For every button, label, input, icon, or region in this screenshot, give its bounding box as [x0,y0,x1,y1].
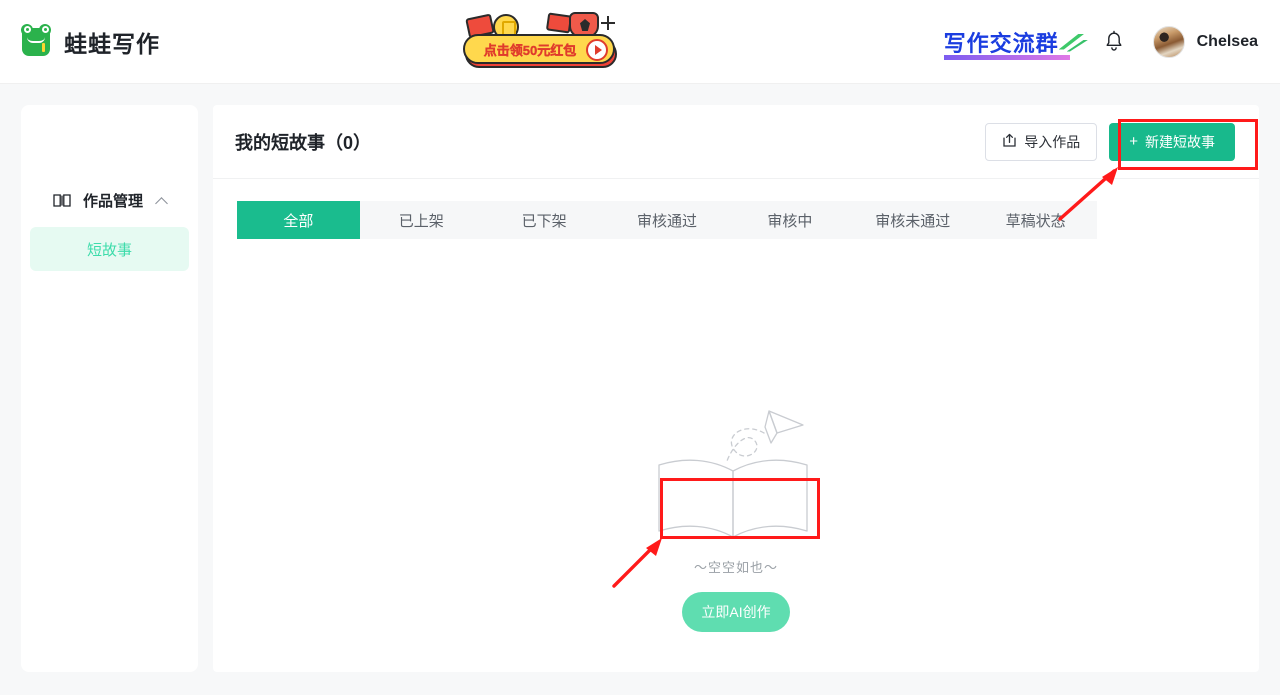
tab-in-review[interactable]: 审核中 [728,201,851,239]
tab-review-failed[interactable]: 审核未通过 [851,201,974,239]
frog-eye-left-icon [21,23,33,36]
page-title: 我的短故事（0） [235,132,372,153]
import-work-button[interactable]: 导入作品 [985,122,1098,161]
play-icon[interactable] [586,39,608,61]
new-short-story-button[interactable]: + 新建短故事 [1109,122,1235,161]
frog-logo-icon [21,23,51,56]
plus-icon: + [1129,133,1138,150]
writing-group-label: 写作交流群 [943,30,1059,56]
tab-label: 全部 [283,212,314,230]
frog-eye-right-icon [39,23,51,36]
brand-name: 蛙蛙写作 [64,30,160,57]
new-short-story-label: 新建短故事 [1145,133,1215,150]
tab-published[interactable]: 已上架 [360,201,483,239]
tab-all[interactable]: 全部 [237,201,360,239]
ai-create-button[interactable]: 立即AI创作 [682,592,790,632]
tab-label: 草稿状态 [1005,212,1066,230]
tab-label: 审核未通过 [875,212,951,230]
sidebar-group-label: 作品管理 [83,193,144,210]
book-icon [53,193,71,208]
main-panel: 我的短故事（0） 导入作品 + 新建短故事 全部 已上架 已下架 审核通过 审核… [213,105,1259,672]
user-name: Chelsea [1196,32,1258,50]
promo-pill[interactable]: 点击领50元红包 [463,34,615,64]
tab-label: 已下架 [521,212,567,230]
tab-unpublished[interactable]: 已下架 [483,201,606,239]
tab-review-passed[interactable]: 审核通过 [606,201,729,239]
frog-mouth-icon [27,37,45,43]
tab-label: 审核中 [767,212,813,230]
pencil-icon [42,42,45,52]
main-header: 我的短故事（0） 导入作品 + 新建短故事 [213,105,1259,179]
open-book-paper-plane-icon [651,403,821,543]
app-header: 蛙蛙写作 点击领50元红包 写作交流群 Chelsea [0,0,1280,84]
header-right-group: 写作交流群 Chelsea [943,25,1258,60]
green-check-icon [1058,33,1085,50]
header-actions: 导入作品 + 新建短故事 [985,122,1235,161]
empty-state: ～空空如也～ 立即AI创作 [213,403,1259,632]
promo-label: 点击领50元红包 [483,42,577,58]
sidebar: 作品管理 短故事 [21,105,198,672]
upload-icon [1002,133,1017,151]
sparkle-icon [601,16,615,30]
sidebar-item-label: 短故事 [86,241,132,259]
promo-banner[interactable]: 点击领50元红包 [459,10,619,74]
sidebar-group-works-management[interactable]: 作品管理 [21,190,198,211]
tab-draft[interactable]: 草稿状态 [974,201,1097,239]
writing-group-link[interactable]: 写作交流群 [943,26,1089,60]
chevron-up-icon[interactable] [155,197,168,210]
tab-label: 已上架 [398,212,444,230]
brand-logo[interactable]: 蛙蛙写作 [21,23,160,59]
tab-label: 审核通过 [637,212,698,230]
import-work-label: 导入作品 [1024,133,1081,150]
avatar[interactable] [1152,25,1185,58]
bell-icon[interactable] [1103,30,1125,54]
ai-create-label: 立即AI创作 [701,604,771,620]
status-filter-tabs: 全部 已上架 已下架 审核通过 审核中 审核未通过 草稿状态 [237,201,1097,239]
sidebar-item-short-story[interactable]: 短故事 [30,227,189,271]
empty-state-text: ～空空如也～ [693,560,778,575]
